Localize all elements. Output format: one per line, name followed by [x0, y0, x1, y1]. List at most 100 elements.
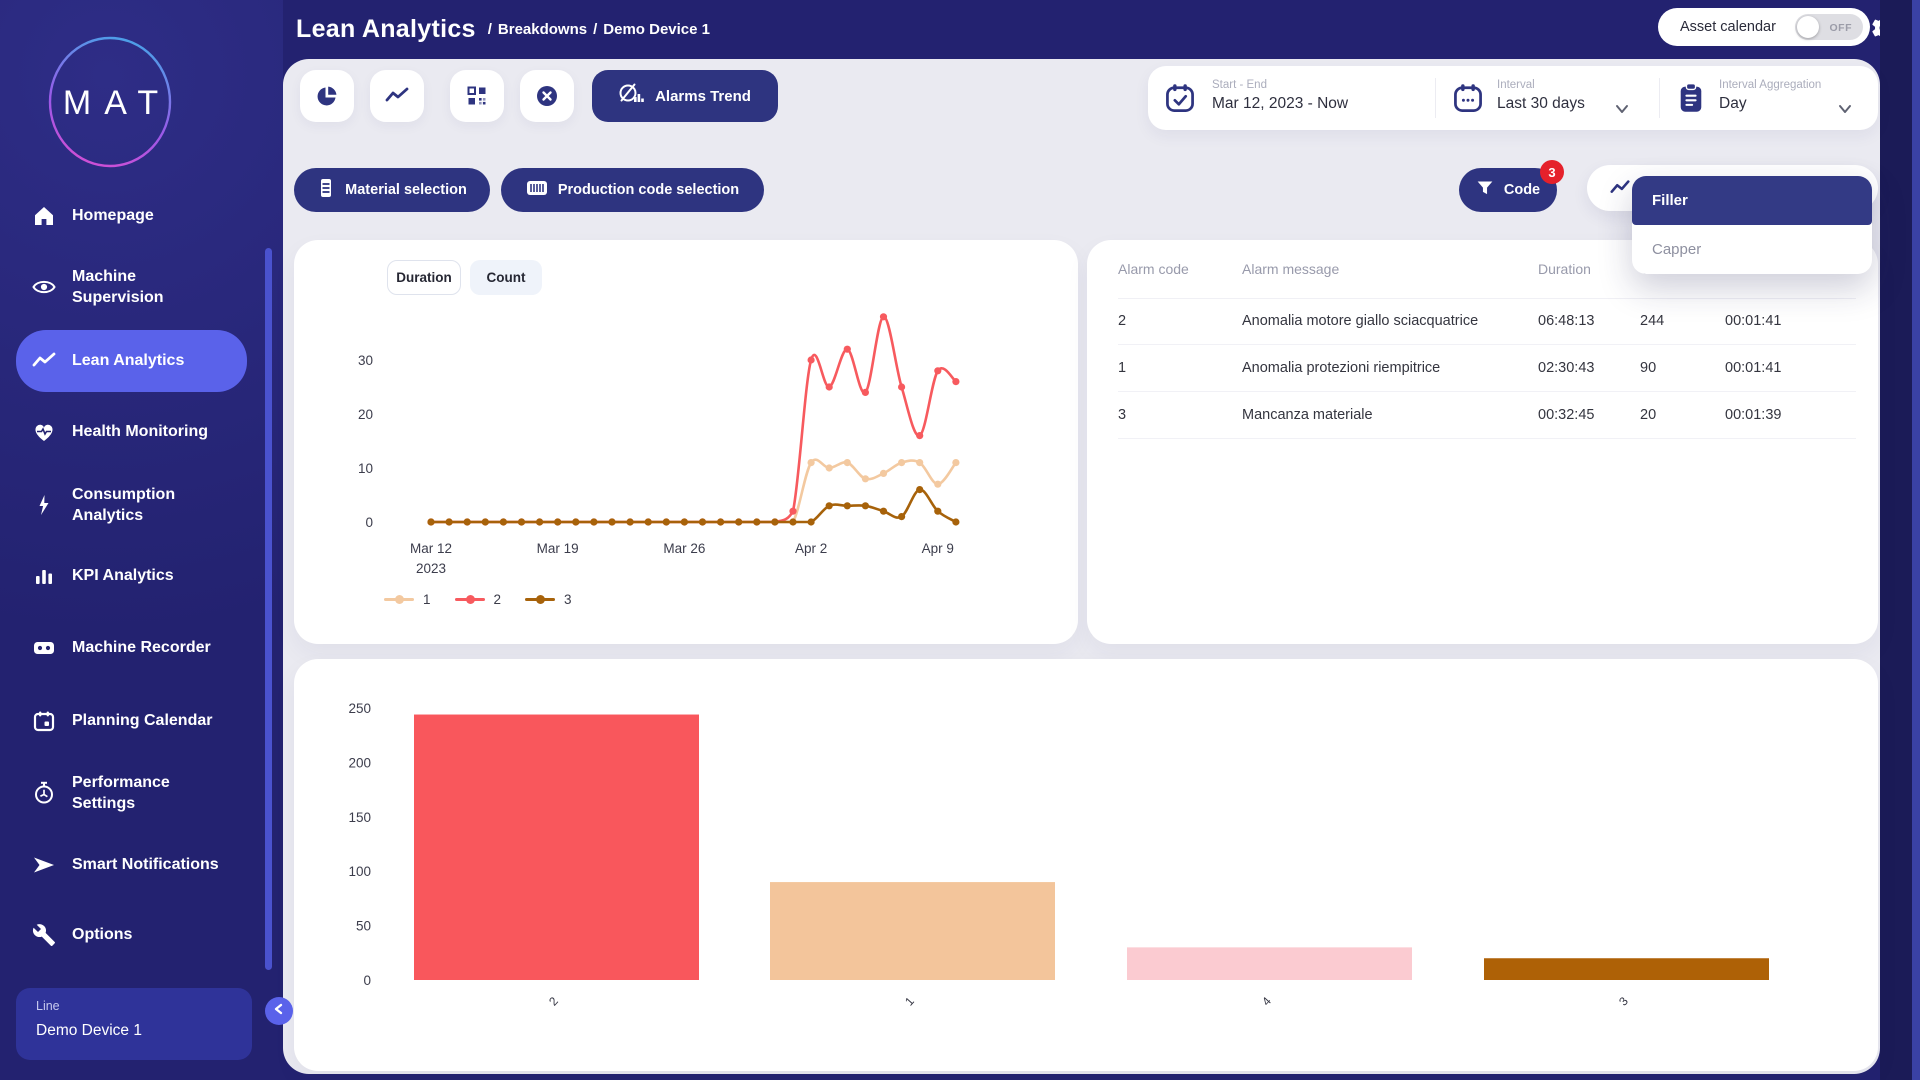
production-code-selection-button[interactable]: Production code selection: [501, 168, 764, 212]
barcode-icon: [526, 179, 548, 201]
legend-dot: [395, 595, 404, 604]
alarms-trend-label: Alarms Trend: [655, 88, 751, 105]
calendar-check-icon: [1164, 82, 1196, 114]
device-card-value: Demo Device 1: [36, 1022, 252, 1040]
tab-duration[interactable]: Duration: [387, 260, 461, 295]
material-icon: [317, 178, 335, 202]
interval-filter[interactable]: Interval Last 30 days: [1452, 79, 1585, 113]
aggregation-label: Interval Aggregation: [1719, 79, 1821, 91]
dropdown-option-filler[interactable]: Filler: [1632, 176, 1872, 225]
svg-text:Mar 26: Mar 26: [663, 541, 705, 556]
toggle-knob: [1797, 16, 1819, 38]
sidebar-item-health-monitoring[interactable]: Health Monitoring: [16, 412, 247, 452]
start-end-label: Start - End: [1212, 79, 1348, 91]
sidebar-item-options[interactable]: Options: [16, 915, 247, 955]
chart-legend: 1 2 3: [384, 592, 572, 607]
divider: [1435, 78, 1436, 118]
production-code-selection-label: Production code selection: [558, 182, 739, 198]
sidebar-item-machine-recorder[interactable]: Machine Recorder: [16, 628, 247, 668]
asset-calendar-toggle[interactable]: OFF: [1795, 14, 1863, 40]
tab-count-label: Count: [487, 270, 526, 285]
legend-swatch: [455, 598, 485, 601]
alarm-count-bar-chart-card: 0501001502002502143: [294, 659, 1878, 1071]
view-button-grid[interactable]: [450, 70, 504, 122]
tab-count[interactable]: Count: [470, 260, 542, 295]
sidebar-item-performance-settings[interactable]: Performance Settings: [16, 762, 247, 824]
legend-swatch: [525, 598, 555, 601]
grid-icon: [465, 84, 489, 108]
sidebar-item-label: Machine Supervision: [72, 266, 228, 308]
table-row: 1Anomalia protezioni riempitrice02:30:43…: [1118, 345, 1856, 392]
svg-text:250: 250: [348, 701, 371, 716]
page-scrollbar[interactable]: [1912, 0, 1920, 1080]
legend-item-3[interactable]: 3: [525, 592, 572, 607]
sidebar-item-smart-notifications[interactable]: Smart Notifications: [16, 834, 247, 896]
start-end-filter[interactable]: Start - End Mar 12, 2023 - Now: [1164, 79, 1348, 113]
svg-text:50: 50: [356, 919, 371, 934]
table-cell: 20: [1640, 407, 1725, 423]
sidebar-item-homepage[interactable]: Homepage: [16, 196, 247, 236]
sidebar-item-lean-analytics[interactable]: Lean Analytics: [16, 330, 247, 392]
svg-text:20: 20: [358, 407, 373, 422]
table-cell: 00:01:41: [1725, 313, 1856, 329]
interval-label: Interval: [1497, 79, 1585, 91]
legend-item-2[interactable]: 2: [455, 592, 502, 607]
header: Lean Analytics /Breakdowns/Demo Device 1: [296, 0, 710, 59]
svg-text:100: 100: [348, 864, 371, 879]
sidebar-item-label: Machine Recorder: [72, 637, 228, 658]
sidebar-item-label: Lean Analytics: [72, 350, 228, 371]
alarms-trend-button[interactable]: Alarms Trend: [592, 70, 778, 122]
aggregation-filter[interactable]: Interval Aggregation Day: [1675, 79, 1821, 113]
device-card-label: Line: [36, 999, 252, 1013]
legend-label: 2: [494, 592, 502, 607]
interval-value: Last 30 days: [1497, 95, 1585, 113]
sidebar-item-label: Smart Notifications: [72, 854, 228, 875]
calendar-icon: [32, 709, 56, 733]
bolt-icon: [32, 493, 56, 517]
code-filter-badge: 3: [1540, 160, 1564, 184]
divider: [1659, 78, 1660, 118]
aggregation-value: Day: [1719, 95, 1821, 113]
chevron-left-icon: [272, 1002, 286, 1021]
code-filter-label: Code: [1504, 182, 1540, 198]
legend-label: 1: [423, 592, 431, 607]
content-panel: Alarms Trend Start - End Mar 12, 2023 - …: [283, 59, 1880, 1074]
svg-text:Mar 19: Mar 19: [537, 541, 579, 556]
device-card[interactable]: Line Demo Device 1: [16, 988, 252, 1060]
sidebar-collapse-button[interactable]: [265, 997, 293, 1025]
svg-text:10: 10: [358, 461, 373, 476]
sidebar-scrollbar[interactable]: [265, 248, 272, 970]
svg-text:0: 0: [363, 973, 371, 988]
view-button-pie[interactable]: [300, 70, 354, 122]
svg-text:1: 1: [902, 994, 917, 1009]
table-body: 2Anomalia motore giallo sciacquatrice06:…: [1118, 298, 1856, 439]
legend-swatch: [384, 598, 414, 601]
recorder-icon: [32, 636, 56, 660]
table-cell: 02:30:43: [1538, 360, 1640, 376]
breadcrumb-item[interactable]: Demo Device 1: [603, 21, 710, 38]
legend-item-1[interactable]: 1: [384, 592, 431, 607]
breadcrumb-separator: /: [593, 21, 597, 38]
view-button-trend[interactable]: [370, 70, 424, 122]
sidebar: MAT Homepage Machine Supervision Lean Anal…: [0, 0, 283, 1080]
breadcrumb-item[interactable]: Breakdowns: [498, 21, 587, 38]
sidebar-item-planning-calendar[interactable]: Planning Calendar: [16, 690, 247, 752]
chevron-down-icon: [1614, 101, 1630, 122]
view-button-close[interactable]: [520, 70, 574, 122]
material-selection-button[interactable]: Material selection: [294, 168, 490, 212]
asset-calendar-label: Asset calendar: [1680, 19, 1776, 35]
sidebar-item-consumption-analytics[interactable]: Consumption Analytics: [16, 474, 247, 536]
logo-text: MAT: [63, 84, 171, 122]
table-cell: 1: [1118, 360, 1242, 376]
table-cell: Anomalia motore giallo sciacquatrice: [1242, 313, 1538, 329]
material-selection-label: Material selection: [345, 182, 467, 198]
dropdown-option-capper[interactable]: Capper: [1632, 225, 1872, 274]
sidebar-item-machine-supervision[interactable]: Machine Supervision: [16, 256, 247, 318]
table-cell: 00:01:41: [1725, 360, 1856, 376]
asset-calendar-pill[interactable]: Asset calendar OFF: [1658, 8, 1870, 46]
sidebar-item-kpi-analytics[interactable]: KPI Analytics: [16, 556, 247, 596]
eye-icon: [32, 275, 56, 299]
chevron-down-icon: [1837, 101, 1853, 122]
svg-text:200: 200: [348, 755, 371, 770]
pie-chart-icon: [315, 84, 339, 108]
